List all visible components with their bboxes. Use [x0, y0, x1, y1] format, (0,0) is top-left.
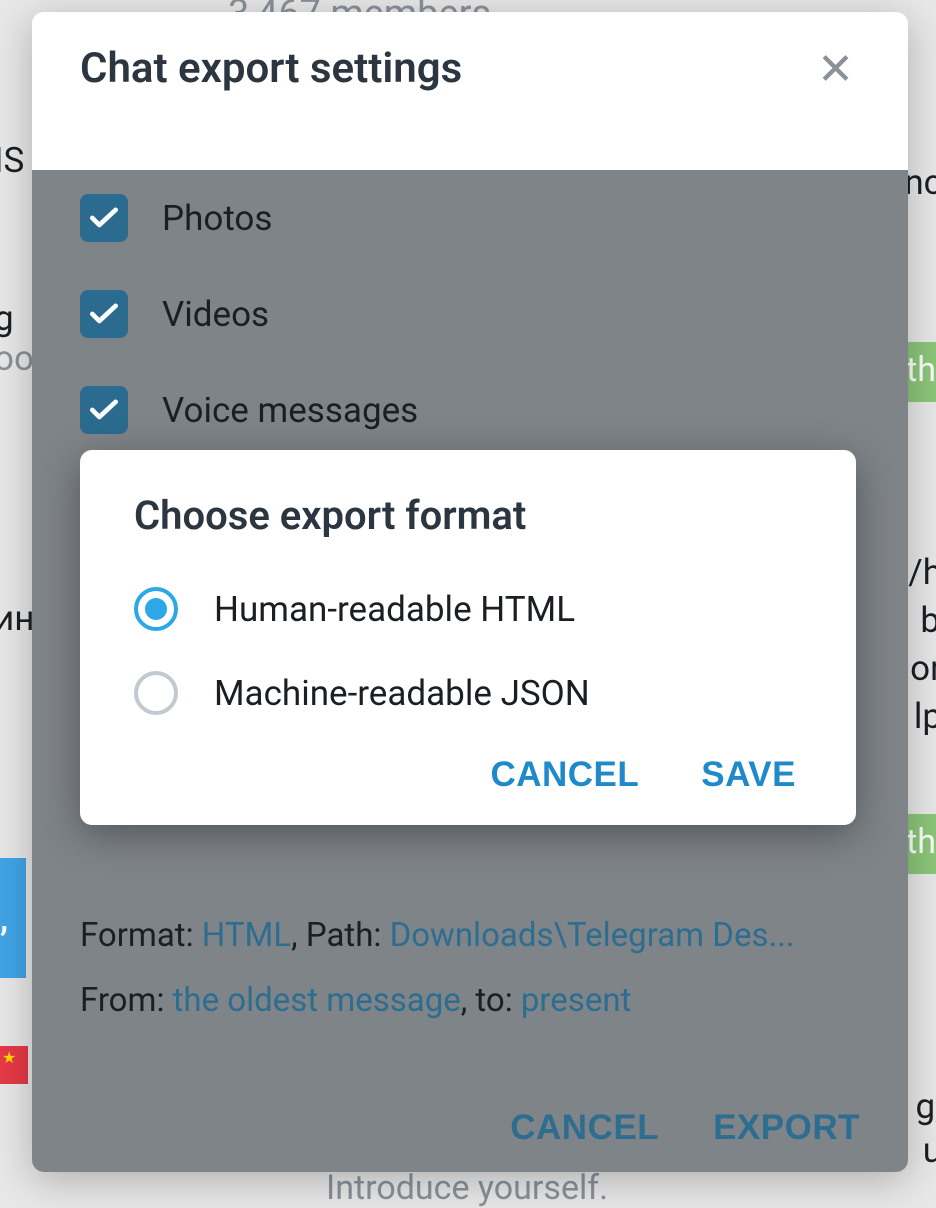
radio-html[interactable]: Human-readable HTML	[134, 587, 802, 631]
bg-text: oo	[0, 338, 34, 379]
dialog-footer: CANCEL EXPORT	[510, 1108, 860, 1148]
radio-button	[134, 671, 178, 715]
choose-export-format-dialog: Choose export format Human-readable HTML…	[80, 450, 856, 825]
checkbox-videos[interactable]: Videos	[80, 290, 860, 338]
check-icon	[90, 303, 118, 325]
format-path-line: Format: HTML, Path: Downloads\Telegram D…	[80, 916, 860, 955]
bg-text: or	[910, 648, 936, 689]
checkbox-label: Photos	[162, 198, 272, 239]
bg-text: ,	[0, 898, 8, 939]
bg-text: ин	[0, 598, 34, 639]
check-icon	[90, 399, 118, 421]
bg-text: Introduce yourself.	[326, 1168, 608, 1208]
dialog-title: Chat export settings	[80, 44, 462, 93]
bg-text: b	[920, 600, 936, 641]
save-button[interactable]: SAVE	[701, 755, 796, 795]
dialog-header: Chat export settings ✕	[32, 12, 908, 121]
format-label: Format:	[80, 916, 202, 955]
checkbox-box	[80, 194, 128, 242]
bg-text: nc	[904, 162, 936, 203]
bg-flag-icon	[0, 1046, 28, 1084]
checkbox-box	[80, 386, 128, 434]
format-dialog-footer: CANCEL SAVE	[134, 755, 802, 795]
check-icon	[90, 207, 118, 229]
path-label: , Path:	[291, 916, 389, 955]
from-label: From:	[80, 981, 173, 1020]
radio-button	[134, 587, 178, 631]
bg-text: u	[923, 1130, 936, 1171]
radio-label: Human-readable HTML	[214, 589, 575, 630]
checkbox-label: Videos	[162, 294, 269, 335]
radio-label: Machine-readable JSON	[214, 673, 590, 714]
checkbox-photos[interactable]: Photos	[80, 194, 860, 242]
format-link[interactable]: HTML	[202, 916, 291, 955]
format-dialog-title: Choose export format	[134, 492, 802, 539]
from-to-line: From: the oldest message, to: present	[80, 981, 860, 1020]
bg-text: lp	[914, 696, 936, 737]
checkbox-box	[80, 290, 128, 338]
bg-text: g	[0, 298, 14, 339]
radio-json[interactable]: Machine-readable JSON	[134, 671, 802, 715]
cancel-button[interactable]: CANCEL	[490, 755, 639, 795]
to-label: , to:	[461, 981, 521, 1020]
checkbox-voice-messages[interactable]: Voice messages	[80, 386, 860, 434]
cancel-button[interactable]: CANCEL	[510, 1108, 659, 1148]
bg-text: /h	[908, 552, 936, 593]
checkbox-label: Voice messages	[162, 390, 418, 431]
close-icon[interactable]: ✕	[811, 47, 860, 91]
export-button[interactable]: EXPORT	[713, 1108, 860, 1148]
bg-text: g,	[915, 1086, 936, 1127]
to-link[interactable]: present	[521, 981, 631, 1020]
path-link[interactable]: Downloads\Telegram Des...	[390, 916, 795, 955]
bg-text: IS	[0, 140, 24, 181]
from-link[interactable]: the oldest message	[173, 981, 461, 1020]
